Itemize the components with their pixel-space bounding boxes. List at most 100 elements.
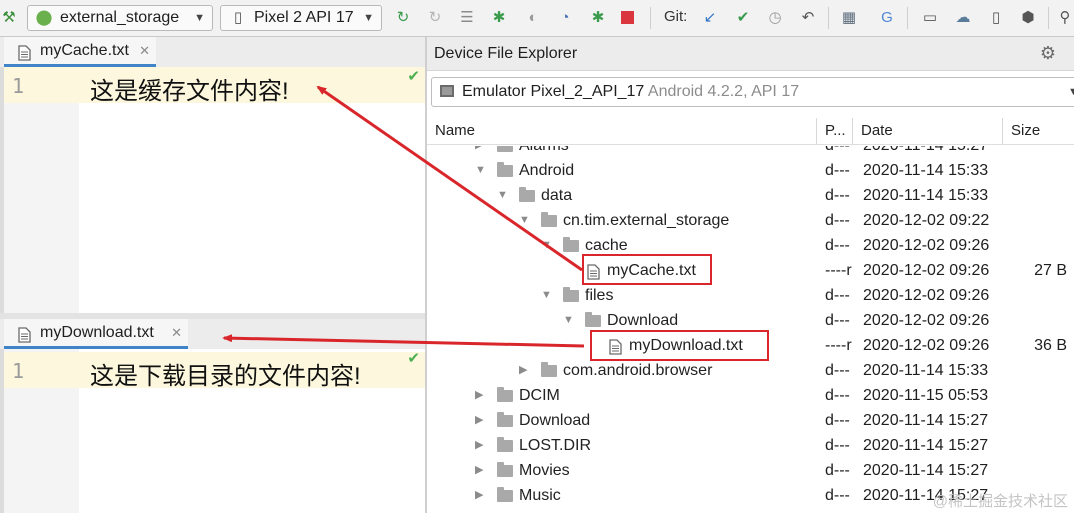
device-select[interactable]: ▯ Pixel 2 API 17 ▼ <box>220 5 382 31</box>
folder-row[interactable]: ▶ com.android.browser d--- 2020-11-14 15:33 <box>427 358 1074 383</box>
expand-arrow-icon[interactable]: ▶ <box>475 458 483 483</box>
search-icon[interactable]: ⚲ <box>1056 9 1074 27</box>
toolbar-separator <box>1048 7 1049 29</box>
editor-tab-mydownload[interactable]: myDownload.txt ✕ <box>4 319 188 349</box>
collapse-arrow-icon[interactable]: ▼ <box>497 183 508 208</box>
attach-debugger-icon[interactable]: ✱ <box>589 9 607 27</box>
expand-arrow-icon[interactable]: ▶ <box>475 408 483 433</box>
file-permissions: d--- <box>825 146 850 158</box>
header-divider <box>427 144 1074 145</box>
file-permissions: d--- <box>825 187 850 204</box>
file-permissions: ----r <box>825 337 852 354</box>
folder-row[interactable]: ▼ Android d--- 2020-11-14 15:33 <box>427 158 1074 183</box>
column-header-name[interactable]: Name <box>427 118 817 144</box>
apply-changes-restart-icon[interactable]: ↻ <box>394 9 412 27</box>
expand-arrow-icon[interactable]: ▶ <box>475 483 483 508</box>
emulator-icon <box>440 85 454 97</box>
folder-row[interactable]: ▶ Movies d--- 2020-11-14 15:27 <box>427 458 1074 483</box>
hammer-icon[interactable]: ⚒ <box>0 9 18 27</box>
folder-row[interactable]: ▼ files d--- 2020-12-02 09:26 <box>427 283 1074 308</box>
folder-row[interactable]: ▼ data d--- 2020-11-14 15:33 <box>427 183 1074 208</box>
file-permissions: d--- <box>825 362 850 379</box>
debug-icon[interactable]: ✱ <box>490 9 508 27</box>
expand-arrow-icon[interactable]: ▶ <box>475 433 483 458</box>
file-size: 27 B <box>1034 262 1067 279</box>
column-header-date[interactable]: Date <box>853 118 1003 144</box>
folder-row[interactable]: ▶ DCIM d--- 2020-11-15 05:53 <box>427 383 1074 408</box>
file-permissions: d--- <box>825 312 850 329</box>
editor-mydownload[interactable]: 1 这是下载目录的文件内容! ✔ <box>4 349 426 513</box>
folder-row[interactable]: ▼ cn.tim.external_storage d--- 2020-12-02 0… <box>427 208 1074 233</box>
git-commit-icon[interactable]: ✔ <box>734 9 752 27</box>
terminal-icon[interactable]: ▭ <box>921 9 939 27</box>
file-name: Alarms <box>519 146 569 158</box>
sdk-manager-icon[interactable]: ⬢ <box>1019 9 1037 27</box>
folder-icon <box>563 237 579 252</box>
folder-icon <box>497 462 513 477</box>
translate-icon[interactable]: G <box>878 9 896 27</box>
file-date: 2020-12-02 09:26 <box>863 237 990 254</box>
file-name: LOST.DIR <box>519 437 592 454</box>
file-name: files <box>585 287 614 304</box>
chevron-down-icon: ▼ <box>1068 86 1074 98</box>
run-configuration-select[interactable]: ⬤ external_storage ▼ <box>27 5 213 31</box>
highlight-box-mycache <box>582 254 712 285</box>
column-header-permissions[interactable]: P... <box>817 118 853 144</box>
collapse-arrow-icon[interactable]: ▼ <box>563 308 574 333</box>
profile-icon[interactable]: ◔ <box>556 9 574 27</box>
sync-gradle-icon[interactable]: ☁ <box>954 9 972 27</box>
project-structure-icon[interactable]: ▦ <box>840 9 858 27</box>
run-tests-icon[interactable]: ☰ <box>458 9 476 27</box>
file-content[interactable]: 这是下载目录的文件内容! <box>90 356 361 391</box>
expand-arrow-icon[interactable]: ▶ <box>475 383 483 408</box>
android-icon: ⬤ <box>35 9 53 26</box>
close-icon[interactable]: ✕ <box>139 37 150 65</box>
file-date: 2020-11-14 15:27 <box>863 412 989 429</box>
file-name: Movies <box>519 462 570 479</box>
collapse-arrow-icon[interactable]: ▼ <box>519 208 530 233</box>
file-content[interactable]: 这是缓存文件内容! <box>90 71 289 106</box>
folder-icon <box>563 287 579 302</box>
gear-icon[interactable]: ⚙ <box>1040 37 1056 70</box>
file-name: cn.tim.external_storage <box>563 212 730 229</box>
git-rollback-icon[interactable]: ↶ <box>799 9 817 27</box>
emulator-select[interactable]: Emulator Pixel_2_API_17 Android 4.2.2, A… <box>431 77 1074 107</box>
file-date: 2020-11-14 15:33 <box>863 362 989 379</box>
folder-icon <box>497 146 513 152</box>
git-label: Git: <box>664 8 688 25</box>
folder-row[interactable]: ▶ LOST.DIR d--- 2020-11-14 15:27 <box>427 433 1074 458</box>
file-row[interactable]: myCache.txt ----r 2020-12-02 09:26 27 B <box>427 258 1074 283</box>
expand-arrow-icon[interactable]: ▶ <box>475 146 483 158</box>
stop-icon[interactable] <box>621 11 634 24</box>
editor-mycache[interactable]: 1 这是缓存文件内容! ✔ <box>4 67 426 313</box>
file-name: com.android.browser <box>563 362 713 379</box>
folder-row[interactable]: ▼ cache d--- 2020-12-02 09:26 <box>427 233 1074 258</box>
emulator-version: Android 4.2.2, API 17 <box>647 83 800 100</box>
line-number: 1 <box>12 359 25 383</box>
collapse-arrow-icon[interactable]: ▼ <box>475 158 486 183</box>
file-permissions: d--- <box>825 412 850 429</box>
file-name: Android <box>519 162 575 179</box>
editor-tab-mycache[interactable]: myCache.txt ✕ <box>4 37 156 67</box>
chevron-down-icon: ▼ <box>194 12 205 24</box>
git-history-icon[interactable]: ◷ <box>766 9 784 27</box>
collapse-arrow-icon[interactable]: ▼ <box>541 283 552 308</box>
apply-code-changes-icon[interactable]: ↻ <box>426 9 444 27</box>
avd-manager-icon[interactable]: ▯ <box>987 9 1005 27</box>
emulator-name: Emulator Pixel_2_API_17 <box>462 83 645 100</box>
file-date: 2020-11-14 15:33 <box>863 187 989 204</box>
file-date: 2020-12-02 09:22 <box>863 212 990 229</box>
file-permissions: d--- <box>825 462 850 479</box>
expand-arrow-icon[interactable]: ▶ <box>519 358 527 383</box>
collapse-arrow-icon[interactable]: ▼ <box>541 233 552 258</box>
folder-icon <box>541 362 557 377</box>
folder-icon <box>497 487 513 502</box>
file-name: data <box>541 187 573 204</box>
column-header-size[interactable]: Size <box>1003 118 1074 144</box>
folder-row[interactable]: ▶ Alarms d--- 2020-11-14 15:27 <box>427 146 1074 158</box>
git-update-icon[interactable]: ↙ <box>701 9 719 27</box>
coverage-icon[interactable]: ◐ <box>524 9 542 27</box>
folder-row[interactable]: ▶ Download d--- 2020-11-14 15:27 <box>427 408 1074 433</box>
close-icon[interactable]: ✕ <box>171 319 182 347</box>
device-select-label: Pixel 2 API 17 <box>254 9 354 26</box>
